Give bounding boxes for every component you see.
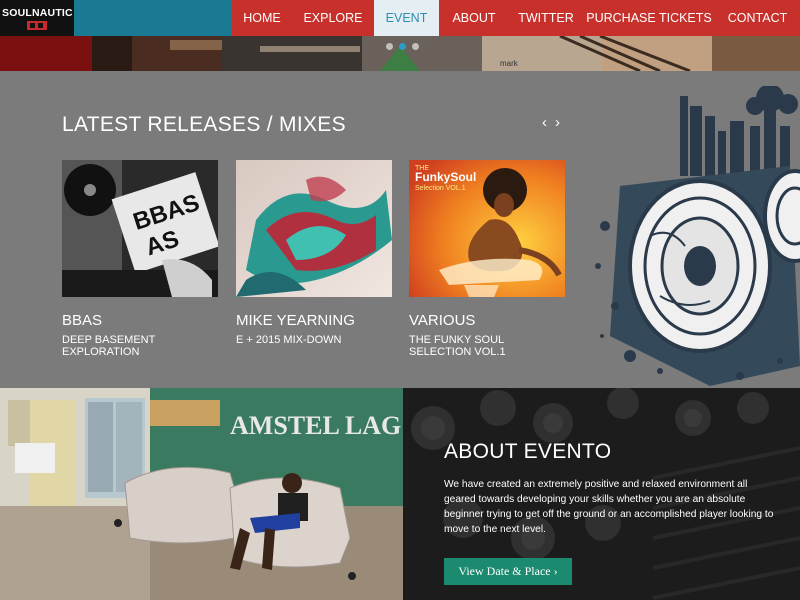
nav-home[interactable]: HOME	[232, 0, 292, 36]
hero-slider[interactable]: mark	[0, 36, 800, 71]
logo-badge-square	[30, 23, 35, 28]
nav-about[interactable]: ABOUT	[439, 0, 509, 36]
next-arrow-icon[interactable]: ›	[555, 114, 560, 131]
release-card-mike-yearning[interactable]: MIKE YEARNING E + 2015 MIX-DOWN	[236, 160, 392, 346]
latest-releases-section: LATEST RELEASES / MIXES ‹ › BBAS AS BBAS…	[0, 71, 800, 388]
nav-explore[interactable]: EXPLORE	[292, 0, 374, 36]
about-title: ABOUT EVENTO	[444, 440, 612, 463]
slider-dot-active[interactable]	[399, 43, 406, 50]
release-artist: BBAS	[62, 312, 103, 329]
cover-text-sub: Selection VOL.1	[415, 185, 466, 192]
site-header: SOULNAUTIC HOME EXPLORE EVENT ABOUT TWIT…	[0, 0, 800, 36]
album-cover[interactable]	[236, 160, 392, 297]
wall-sign-text: AMSTEL LAG	[230, 411, 401, 440]
main-nav: HOME EXPLORE EVENT ABOUT TWITTER PURCHAS…	[232, 0, 800, 36]
album-cover-mike-yearning	[236, 160, 392, 297]
release-artist: MIKE YEARNING	[236, 312, 355, 329]
speaker-illustration	[595, 86, 800, 386]
event-photo-image: AMSTEL LAG	[0, 388, 403, 600]
cover-text-main: FunkySoul	[415, 170, 476, 184]
header-accent-band	[74, 0, 232, 36]
event-photo: AMSTEL LAG	[0, 388, 403, 600]
release-title: E + 2015 MIX-DOWN	[236, 334, 342, 346]
logo-text: SOULNAUTIC	[2, 7, 73, 19]
about-description: We have created an extremely positive an…	[444, 479, 774, 535]
release-title: DEEP BASEMENT EXPLORATION	[62, 334, 156, 358]
release-artist: VARIOUS	[409, 312, 476, 329]
nav-purchase-tickets[interactable]: PURCHASE TICKETS	[583, 0, 715, 36]
svg-text:mark: mark	[500, 59, 519, 68]
release-card-various[interactable]: THE FunkySoul Selection VOL.1 VARIOUS TH…	[409, 160, 565, 358]
album-cover-funky-soul: THE FunkySoul Selection VOL.1	[409, 160, 565, 297]
slider-dot[interactable]	[386, 43, 393, 50]
view-date-place-button[interactable]: View Date & Place ›	[444, 558, 572, 585]
album-cover[interactable]: BBAS AS	[62, 160, 218, 297]
nav-twitter[interactable]: TWITTER	[509, 0, 583, 36]
prev-arrow-icon[interactable]: ‹	[542, 114, 547, 131]
album-cover[interactable]: THE FunkySoul Selection VOL.1	[409, 160, 565, 297]
slider-dot[interactable]	[412, 43, 419, 50]
carousel-arrows: ‹ ›	[542, 114, 560, 131]
about-section: ABOUT EVENTO We have created an extremel…	[403, 388, 800, 600]
site-logo[interactable]: SOULNAUTIC	[0, 0, 74, 36]
hero-image: mark	[0, 36, 800, 71]
nav-contact[interactable]: CONTACT	[715, 0, 800, 36]
slider-dots	[386, 43, 419, 50]
album-cover-bbas: BBAS AS	[62, 160, 218, 297]
release-title: THE FUNKY SOUL SELECTION VOL.1	[409, 334, 506, 358]
section-title: LATEST RELEASES / MIXES	[62, 113, 346, 136]
nav-event[interactable]: EVENT	[374, 0, 439, 36]
logo-badge-square	[38, 23, 43, 28]
release-card-bbas[interactable]: BBAS AS BBAS DEEP BASEMENT EXPLORATION	[62, 160, 218, 358]
